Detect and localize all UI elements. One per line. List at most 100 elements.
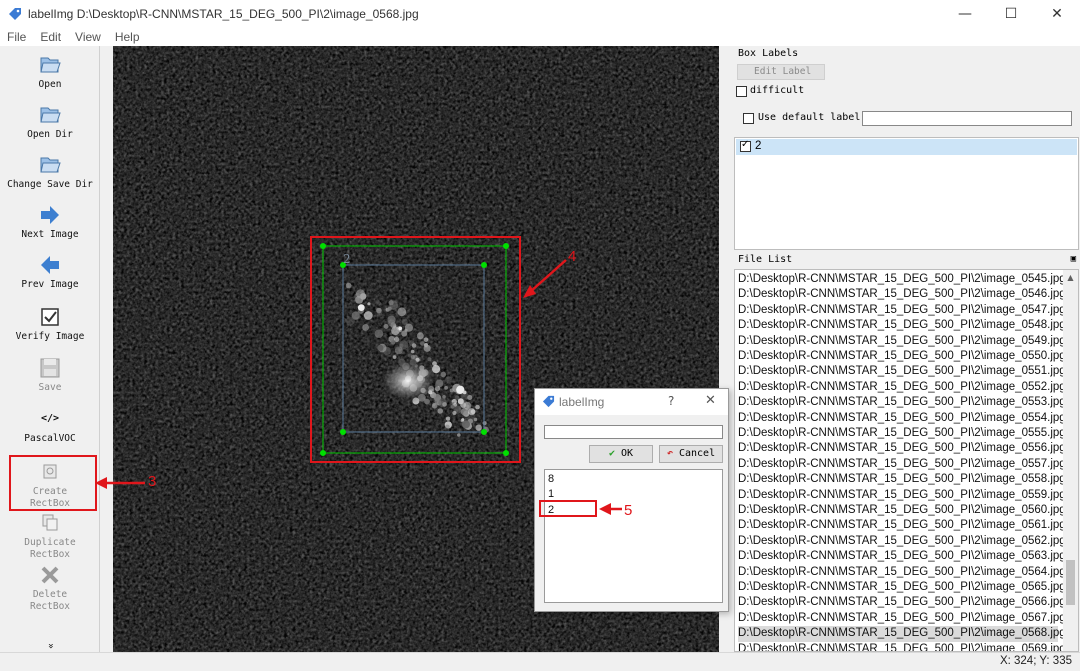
use-default-label-checkbox[interactable] — [743, 113, 754, 124]
menu-help[interactable]: Help — [115, 30, 140, 44]
maximize-button[interactable]: ☐ — [988, 0, 1034, 28]
file-list-item[interactable]: D:\Desktop\R-CNN\MSTAR_15_DEG_500_PI\2\i… — [738, 380, 1066, 395]
file-list-item[interactable]: D:\Desktop\R-CNN\MSTAR_15_DEG_500_PI\2\i… — [738, 549, 1066, 564]
file-list-item[interactable]: D:\Desktop\R-CNN\MSTAR_15_DEG_500_PI\2\i… — [738, 565, 1066, 580]
label-visible-checkbox[interactable] — [740, 139, 751, 152]
file-list-item[interactable]: D:\Desktop\R-CNN\MSTAR_15_DEG_500_PI\2\i… — [738, 457, 1066, 472]
scrollbar-thumb[interactable] — [1066, 560, 1075, 605]
file-list-item[interactable]: D:\Desktop\R-CNN\MSTAR_15_DEG_500_PI\2\i… — [738, 580, 1066, 595]
box-labels-title: Box Labels — [738, 48, 799, 59]
label-history-item[interactable]: 1 — [548, 488, 554, 500]
open-dir-button[interactable]: Open Dir — [0, 104, 100, 141]
dock-float-icon[interactable]: ▣ — [1071, 252, 1076, 267]
file-list[interactable]: D:\Desktop\R-CNN\MSTAR_15_DEG_500_PI\2\i… — [734, 269, 1079, 652]
file-list-item[interactable]: D:\Desktop\R-CNN\MSTAR_15_DEG_500_PI\2\i… — [738, 503, 1066, 518]
label-item-text: 2 — [755, 140, 762, 152]
label-history-item[interactable]: 8 — [548, 473, 554, 485]
file-list-item[interactable]: D:\Desktop\R-CNN\MSTAR_15_DEG_500_PI\2\i… — [738, 364, 1066, 379]
menu-file[interactable]: File — [7, 30, 26, 44]
box-label-list[interactable]: 2 — [734, 137, 1079, 250]
file-list-item[interactable]: D:\Desktop\R-CNN\MSTAR_15_DEG_500_PI\2\i… — [738, 287, 1066, 302]
delete-rectbox-label-1: Delete — [32, 589, 68, 600]
difficult-checkbox[interactable] — [736, 86, 747, 97]
file-list-item[interactable]: D:\Desktop\R-CNN\MSTAR_15_DEG_500_PI\2\i… — [738, 488, 1066, 503]
folder-open-icon — [40, 107, 61, 123]
file-list-item[interactable]: D:\Desktop\R-CNN\MSTAR_15_DEG_500_PI\2\i… — [738, 349, 1066, 364]
left-toolbar: Open Open Dir Change Save Dir Next Image… — [0, 46, 100, 652]
status-bar: X: 324; Y: 335 — [0, 652, 1080, 671]
window-title: labelImg D:\Desktop\R-CNN\MSTAR_15_DEG_5… — [28, 7, 419, 21]
file-list-item[interactable]: D:\Desktop\R-CNN\MSTAR_15_DEG_500_PI\2\i… — [738, 395, 1066, 410]
duplicate-rectbox-label-1: Duplicate — [24, 537, 76, 548]
annotation-number-5: 5 — [624, 502, 633, 519]
duplicate-rectbox-label-2: RectBox — [29, 549, 71, 560]
change-save-dir-button[interactable]: Change Save Dir — [0, 154, 100, 191]
right-panel: Box Labels Edit Label difficult Use defa… — [733, 46, 1080, 652]
minimize-button[interactable]: — — [942, 0, 988, 28]
annotation-number-3: 3 — [148, 473, 157, 490]
label-history-list[interactable]: 8 1 2 — [544, 469, 723, 603]
difficult-label: difficult — [750, 85, 805, 96]
format-pascalvoc-button[interactable]: </> PascalVOC — [0, 408, 100, 445]
arrow-left-icon — [41, 256, 59, 274]
file-list-title: File List ▣ — [733, 252, 1080, 267]
dialog-title-bar: labelImg ? ✕ — [535, 389, 728, 415]
duplicate-rectbox-button[interactable]: Duplicate RectBox — [0, 512, 100, 561]
open-button[interactable]: Open — [0, 54, 100, 91]
save-button[interactable]: Save — [0, 357, 100, 394]
file-list-item[interactable]: D:\Desktop\R-CNN\MSTAR_15_DEG_500_PI\2\i… — [738, 411, 1066, 426]
file-list-item[interactable]: D:\Desktop\R-CNN\MSTAR_15_DEG_500_PI\2\i… — [738, 611, 1066, 626]
file-list-item[interactable]: D:\Desktop\R-CNN\MSTAR_15_DEG_500_PI\2\i… — [738, 472, 1066, 487]
arrow-right-icon — [41, 206, 59, 224]
label-list-item[interactable]: 2 — [736, 139, 1077, 155]
floppy-save-icon — [40, 358, 60, 378]
verify-image-label: Verify Image — [15, 331, 85, 342]
toolbar-expand-button[interactable]: » — [0, 640, 100, 652]
edit-label-text: Edit Label — [754, 66, 812, 77]
verify-image-button[interactable]: Verify Image — [0, 306, 100, 343]
scroll-up-icon[interactable]: ▲ — [1063, 270, 1078, 285]
file-list-item[interactable]: D:\Desktop\R-CNN\MSTAR_15_DEG_500_PI\2\i… — [738, 334, 1066, 349]
labelimg-tag-icon — [542, 395, 555, 408]
close-window-button[interactable]: ✕ — [1034, 0, 1080, 28]
prev-image-button[interactable]: Prev Image — [0, 254, 100, 291]
file-list-item[interactable]: D:\Desktop\R-CNN\MSTAR_15_DEG_500_PI\2\i… — [738, 642, 1066, 651]
ok-button[interactable]: ✔ OK — [589, 445, 653, 463]
dialog-help-button[interactable]: ? — [668, 394, 674, 408]
file-list-item[interactable]: D:\Desktop\R-CNN\MSTAR_15_DEG_500_PI\2\i… — [738, 626, 1066, 642]
code-format-icon: </> — [40, 413, 60, 424]
checkbox-verify-icon — [41, 308, 59, 326]
file-list-item[interactable]: D:\Desktop\R-CNN\MSTAR_15_DEG_500_PI\2\i… — [738, 272, 1066, 287]
cancel-button[interactable]: ↶ Cancel — [659, 445, 723, 463]
open-label: Open — [38, 79, 62, 90]
delete-rectbox-button[interactable]: Delete RectBox — [0, 564, 100, 613]
ok-label: OK — [621, 448, 634, 459]
save-label: Save — [38, 382, 62, 393]
file-list-item[interactable]: D:\Desktop\R-CNN\MSTAR_15_DEG_500_PI\2\i… — [738, 518, 1066, 533]
annotation-box-create-rectbox — [9, 455, 97, 511]
menu-view[interactable]: View — [75, 30, 101, 44]
menu-edit[interactable]: Edit — [40, 30, 61, 44]
file-list-item[interactable]: D:\Desktop\R-CNN\MSTAR_15_DEG_500_PI\2\i… — [738, 318, 1066, 333]
default-label-input[interactable] — [862, 111, 1072, 126]
annotation-number-4: 4 — [568, 248, 577, 265]
next-image-label: Next Image — [21, 229, 79, 240]
file-list-scrollbar[interactable]: ▲ — [1063, 270, 1078, 651]
file-list-item[interactable]: D:\Desktop\R-CNN\MSTAR_15_DEG_500_PI\2\i… — [738, 595, 1066, 610]
file-list-item[interactable]: D:\Desktop\R-CNN\MSTAR_15_DEG_500_PI\2\i… — [738, 303, 1066, 318]
chevron-down-icon: » — [44, 643, 56, 649]
open-dir-label: Open Dir — [27, 129, 73, 140]
file-list-item[interactable]: D:\Desktop\R-CNN\MSTAR_15_DEG_500_PI\2\i… — [738, 426, 1066, 441]
label-name-input[interactable] — [544, 425, 723, 439]
dialog-close-button[interactable]: ✕ — [705, 393, 716, 408]
format-label: PascalVOC — [24, 433, 76, 444]
edit-label-button[interactable]: Edit Label — [737, 64, 825, 80]
delete-rectbox-label-2: RectBox — [29, 601, 71, 612]
file-list-item[interactable]: D:\Desktop\R-CNN\MSTAR_15_DEG_500_PI\2\i… — [738, 534, 1066, 549]
annotation-box-label-item — [539, 500, 597, 517]
file-list-title-text: File List — [738, 254, 793, 265]
delete-x-icon — [41, 566, 59, 584]
file-list-item[interactable]: D:\Desktop\R-CNN\MSTAR_15_DEG_500_PI\2\i… — [738, 441, 1066, 456]
title-bar: labelImg D:\Desktop\R-CNN\MSTAR_15_DEG_5… — [0, 0, 1080, 28]
next-image-button[interactable]: Next Image — [0, 204, 100, 241]
